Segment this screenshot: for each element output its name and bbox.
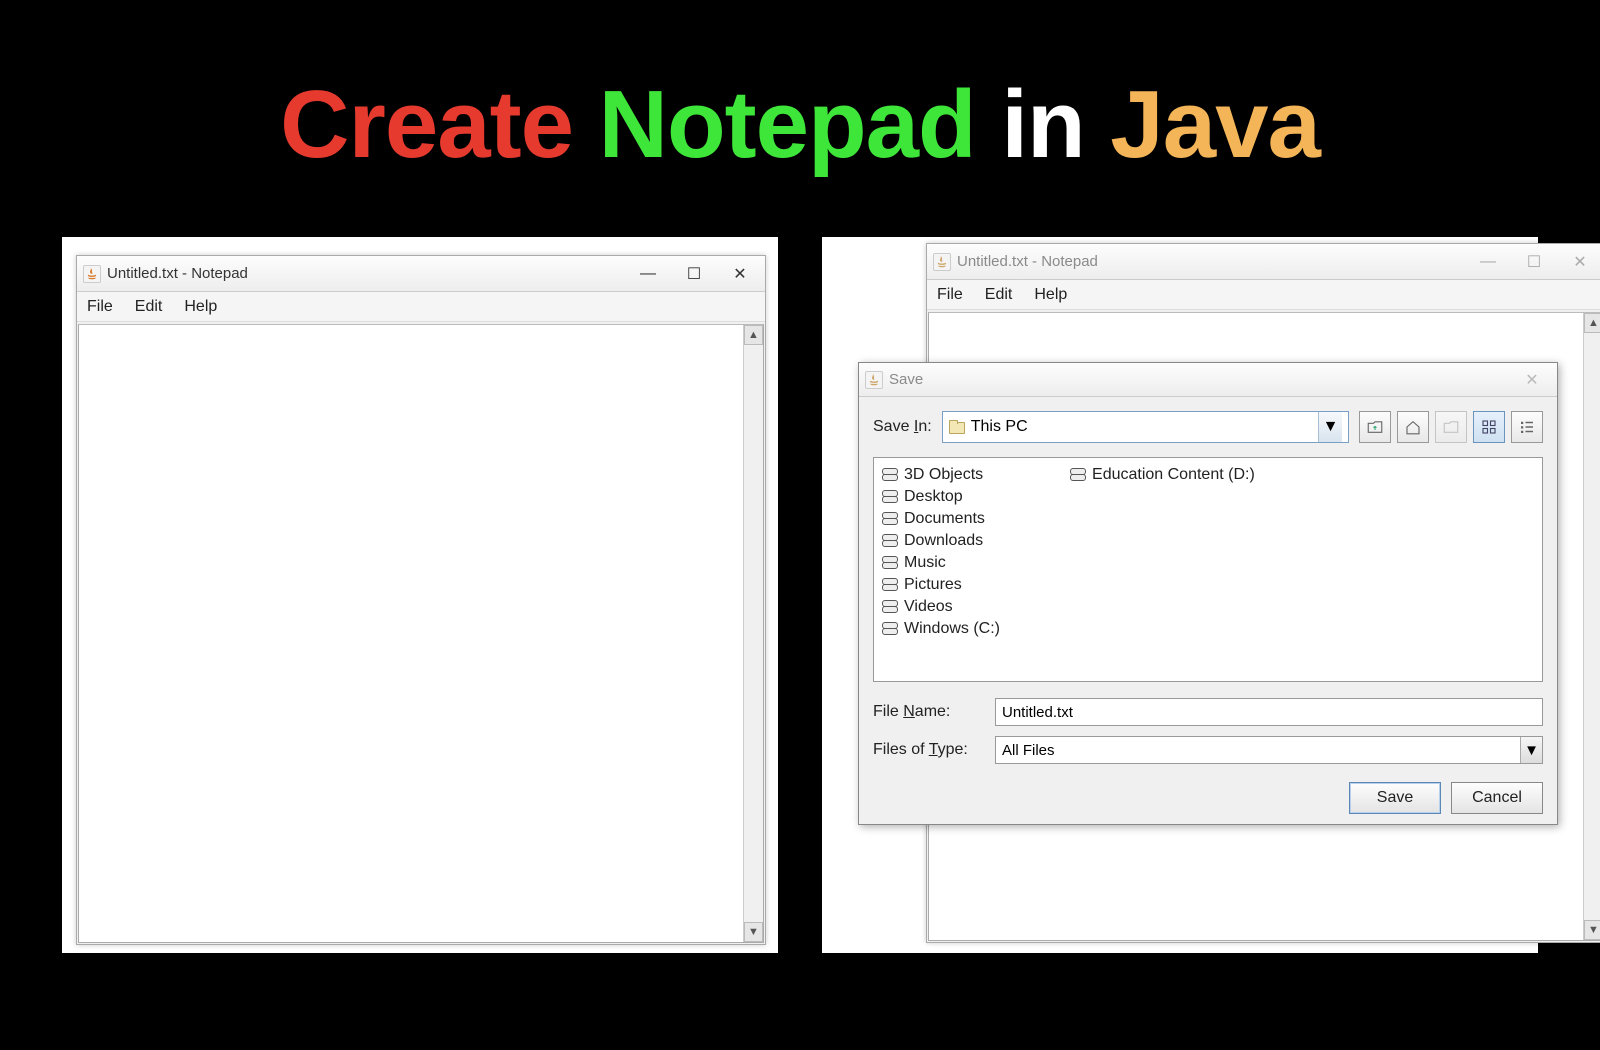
text-editor[interactable]: ▲ ▼ <box>78 324 764 943</box>
drive-icon <box>882 578 898 592</box>
save-dialog-title: Save <box>889 371 923 388</box>
list-item[interactable]: Pictures <box>882 576 1000 594</box>
menu-help[interactable]: Help <box>1030 284 1071 306</box>
notepad-bg-titlebar: Untitled.txt - Notepad — ☐ ✕ <box>927 244 1600 280</box>
menu-edit[interactable]: Edit <box>981 284 1017 306</box>
drive-icon <box>882 622 898 636</box>
cancel-button[interactable]: Cancel <box>1451 782 1543 814</box>
maximize-button[interactable]: ☐ <box>1523 251 1545 273</box>
file-type-label: Files of Type: <box>873 741 981 759</box>
save-in-value: This PC <box>971 418 1028 436</box>
save-dialog: Save ✕ Save In: This PC ▼ <box>858 362 1558 825</box>
notepad-bg-title: Untitled.txt - Notepad <box>957 253 1098 270</box>
save-button[interactable]: Save <box>1349 782 1441 814</box>
page-heading: Create Notepad in Java <box>0 0 1600 180</box>
heading-word-4: Java <box>1110 71 1320 178</box>
file-type-combobox[interactable]: All Files ▼ <box>995 736 1543 764</box>
scroll-down-icon[interactable]: ▼ <box>744 922 763 942</box>
list-item[interactable]: Documents <box>882 510 1000 528</box>
scroll-up-icon[interactable]: ▲ <box>744 325 763 345</box>
list-item[interactable]: Education Content (D:) <box>1070 466 1255 484</box>
list-item[interactable]: Music <box>882 554 1000 572</box>
folder-icon <box>949 420 965 434</box>
java-icon <box>83 265 101 283</box>
drive-icon <box>882 534 898 548</box>
drive-icon <box>882 600 898 614</box>
heading-word-3: in <box>1001 71 1084 178</box>
menu-help[interactable]: Help <box>180 296 221 318</box>
chevron-down-icon[interactable]: ▼ <box>1520 737 1542 763</box>
file-name-label: File Name: <box>873 703 981 721</box>
file-list-pane[interactable]: 3D Objects Desktop Documents Downloads M… <box>873 457 1543 682</box>
close-button[interactable]: ✕ <box>1569 251 1591 273</box>
notepad-window: Untitled.txt - Notepad — ☐ ✕ File Edit H… <box>76 255 766 945</box>
new-folder-button <box>1435 411 1467 443</box>
drive-icon <box>1070 468 1086 482</box>
drive-icon <box>882 468 898 482</box>
home-button[interactable] <box>1397 411 1429 443</box>
list-view-button[interactable] <box>1511 411 1543 443</box>
file-name-input[interactable]: Untitled.txt <box>995 698 1543 726</box>
left-panel: Untitled.txt - Notepad — ☐ ✕ File Edit H… <box>60 235 780 955</box>
notepad-titlebar[interactable]: Untitled.txt - Notepad — ☐ ✕ <box>77 256 765 292</box>
scroll-down-icon[interactable]: ▼ <box>1584 920 1600 940</box>
file-column-1: 3D Objects Desktop Documents Downloads M… <box>882 466 1000 673</box>
minimize-button[interactable]: — <box>1477 251 1499 273</box>
drive-icon <box>882 512 898 526</box>
heading-word-2: Notepad <box>599 71 976 178</box>
heading-word-1: Create <box>280 71 573 178</box>
list-item[interactable]: Desktop <box>882 488 1000 506</box>
icon-view-button[interactable] <box>1473 411 1505 443</box>
file-column-2: Education Content (D:) <box>1070 466 1255 673</box>
notepad-bg-menubar: File Edit Help <box>927 280 1600 310</box>
minimize-button[interactable]: — <box>637 263 659 285</box>
java-icon <box>865 371 883 389</box>
chevron-down-icon[interactable]: ▼ <box>1318 412 1342 442</box>
right-panel: Untitled.txt - Notepad — ☐ ✕ File Edit H… <box>820 235 1540 955</box>
drive-icon <box>882 490 898 504</box>
close-button[interactable]: ✕ <box>729 263 751 285</box>
list-item[interactable]: Downloads <box>882 532 1000 550</box>
save-dialog-titlebar[interactable]: Save ✕ <box>859 363 1557 397</box>
java-icon <box>933 253 951 271</box>
save-in-combobox[interactable]: This PC ▼ <box>942 411 1349 443</box>
list-item[interactable]: 3D Objects <box>882 466 1000 484</box>
menu-file[interactable]: File <box>933 284 967 306</box>
scroll-up-icon[interactable]: ▲ <box>1584 313 1600 333</box>
menu-edit[interactable]: Edit <box>131 296 167 318</box>
menu-file[interactable]: File <box>83 296 117 318</box>
list-item[interactable]: Videos <box>882 598 1000 616</box>
drive-icon <box>882 556 898 570</box>
notepad-title: Untitled.txt - Notepad <box>107 265 248 282</box>
maximize-button[interactable]: ☐ <box>683 263 705 285</box>
save-in-label: Save In: <box>873 418 932 436</box>
notepad-menubar: File Edit Help <box>77 292 765 322</box>
up-folder-button[interactable] <box>1359 411 1391 443</box>
close-button[interactable]: ✕ <box>1521 369 1543 391</box>
vertical-scrollbar[interactable]: ▲ ▼ <box>743 325 763 942</box>
vertical-scrollbar[interactable]: ▲ ▼ <box>1583 313 1600 940</box>
list-item[interactable]: Windows (C:) <box>882 620 1000 638</box>
